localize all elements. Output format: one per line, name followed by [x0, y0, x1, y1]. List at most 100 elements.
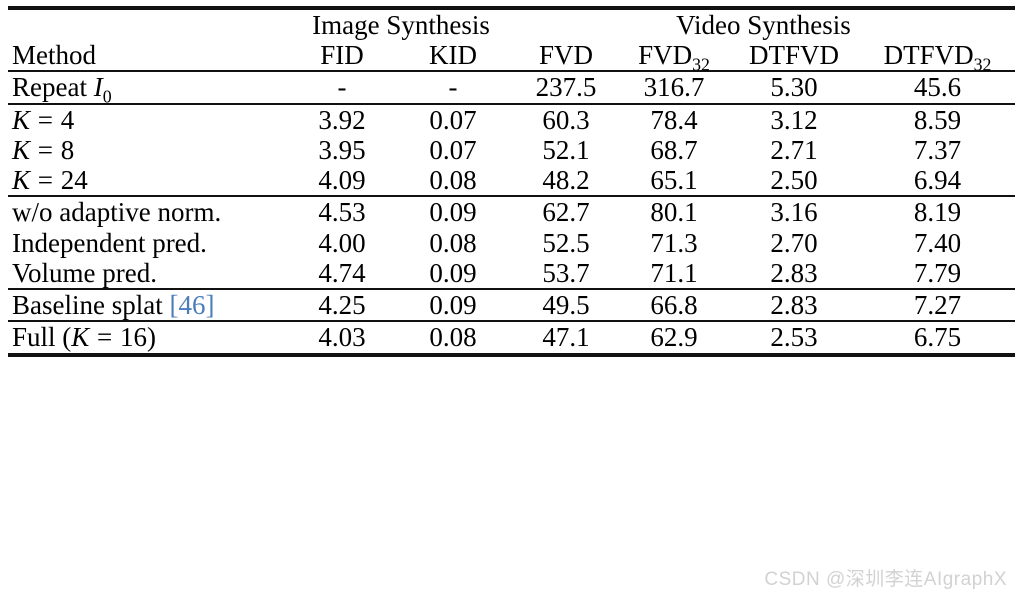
- cell-kid: -: [448, 72, 458, 103]
- column-header-fvd32: FVD32: [620, 40, 728, 73]
- cell-kid: 0.09: [429, 197, 477, 228]
- row-label-value: 8: [60, 134, 75, 165]
- column-header-dtfvd32-subscript: 32: [973, 54, 992, 75]
- group-header-spacer: [8, 8, 290, 40]
- table-row: Baseline splat [46] 4.25 0.09 49.5 66.8 …: [8, 289, 1015, 320]
- cell-fvd32: 66.8: [650, 290, 698, 321]
- cell-fid: 4.25: [318, 290, 366, 321]
- cell-dtfvd32: 7.37: [913, 134, 962, 165]
- cell-fid: 4.00: [318, 227, 366, 258]
- row-label-equals: =: [31, 165, 60, 196]
- row-label-k8: K = 8: [8, 135, 290, 165]
- column-header-fvd32-base: FVD: [638, 40, 693, 71]
- cell-dtfvd: 5.30: [770, 72, 818, 103]
- row-label-text: Full (: [12, 322, 72, 353]
- column-header-fvd: FVD: [538, 40, 593, 71]
- cell-dtfvd32: 7.79: [913, 257, 962, 288]
- cell-fvd32: 71.3: [650, 227, 698, 258]
- cell-kid: 0.09: [429, 257, 477, 288]
- row-label-k4: K = 4: [8, 104, 290, 135]
- row-label-value: 24: [60, 165, 88, 196]
- results-table-container: Image Synthesis Video Synthesis Method F…: [8, 4, 1015, 357]
- cell-kid: 0.07: [429, 134, 477, 165]
- cell-dtfvd32: 45.6: [913, 72, 962, 103]
- table-row: K = 4 3.92 0.07 60.3 78.4 3.12 8.59: [8, 104, 1015, 135]
- row-label-value: 4: [60, 104, 75, 135]
- column-header-row: Method FID KID FVD FVD32 DTFVD DTFVD32: [8, 40, 1015, 73]
- cell-fvd: 237.5: [535, 72, 597, 103]
- citation-link[interactable]: [46]: [169, 290, 214, 320]
- cell-fid: 4.03: [318, 322, 366, 353]
- column-header-fid: FID: [320, 40, 364, 71]
- cell-dtfvd32: 6.75: [913, 322, 962, 353]
- row-label-variable: K: [71, 322, 90, 353]
- cell-dtfvd: 2.50: [770, 165, 818, 196]
- cell-fvd: 52.5: [542, 227, 590, 258]
- cell-dtfvd: 2.83: [770, 257, 818, 288]
- cell-dtfvd: 3.16: [770, 197, 818, 228]
- cell-fvd32: 68.7: [650, 134, 698, 165]
- column-header-dtfvd: DTFVD: [748, 40, 839, 71]
- table-bottom-rule: [8, 350, 1015, 357]
- row-label-variable: K: [12, 134, 31, 165]
- cell-dtfvd: 3.12: [770, 104, 818, 135]
- row-label-variable: K: [12, 165, 31, 196]
- group-header-video-synthesis: Video Synthesis: [676, 10, 851, 40]
- cell-kid: 0.09: [429, 290, 477, 321]
- cell-fvd32: 80.1: [650, 197, 698, 228]
- row-label-text: Repeat: [12, 72, 94, 103]
- cell-kid: 0.07: [429, 104, 477, 135]
- row-label-volume-pred: Volume pred.: [12, 257, 157, 288]
- row-label-independent-pred: Independent pred.: [12, 227, 207, 258]
- cell-fvd32: 71.1: [650, 257, 698, 288]
- cell-dtfvd32: 6.94: [913, 165, 962, 196]
- cell-fvd: 60.3: [542, 104, 590, 135]
- row-label-equals: =: [31, 104, 60, 135]
- cell-fid: 4.53: [318, 197, 366, 228]
- table-row: K = 24 4.09 0.08 48.2 65.1 2.50 6.94: [8, 165, 1015, 195]
- column-header-dtfvd32-base: DTFVD: [883, 40, 974, 71]
- row-label-full: Full (K = 16): [8, 321, 290, 352]
- row-label-equals: =: [90, 322, 120, 353]
- row-label-equals: =: [31, 134, 60, 165]
- row-label-baseline-splat: Baseline splat [46]: [8, 289, 290, 320]
- row-label-text: Baseline splat: [12, 290, 170, 321]
- cell-fvd32: 316.7: [643, 72, 705, 103]
- group-header-row: Image Synthesis Video Synthesis: [8, 8, 1015, 40]
- row-label-suffix: ): [147, 322, 157, 353]
- cell-fvd: 48.2: [542, 165, 590, 196]
- table-row: Full (K = 16) 4.03 0.08 47.1 62.9 2.53 6…: [8, 321, 1015, 352]
- cell-dtfvd: 2.53: [770, 322, 818, 353]
- table-row: Independent pred. 4.00 0.08 52.5 71.3 2.…: [8, 228, 1015, 258]
- cell-fvd32: 65.1: [650, 165, 698, 196]
- cell-fid: -: [337, 72, 347, 103]
- column-header-method: Method: [12, 40, 96, 71]
- cell-fvd: 53.7: [542, 257, 590, 288]
- column-header-dtfvd32: DTFVD32: [860, 40, 1015, 73]
- row-label-variable: I: [93, 72, 103, 103]
- cell-fvd: 47.1: [542, 322, 590, 353]
- cell-fid: 3.92: [318, 104, 366, 135]
- cell-dtfvd32: 7.40: [913, 227, 962, 258]
- cell-dtfvd32: 7.27: [913, 290, 962, 321]
- cell-fid: 3.95: [318, 134, 366, 165]
- row-label-value: 16: [120, 322, 148, 353]
- row-label-wo-adaptive-norm: w/o adaptive norm.: [12, 197, 222, 228]
- cell-fvd: 62.7: [542, 197, 590, 228]
- table-row: w/o adaptive norm. 4.53 0.09 62.7 80.1 3…: [8, 196, 1015, 227]
- row-label-k24: K = 24: [8, 165, 290, 195]
- results-table: Image Synthesis Video Synthesis Method F…: [8, 4, 1015, 357]
- column-header-kid: KID: [429, 40, 477, 71]
- cell-dtfvd32: 8.19: [913, 197, 962, 228]
- cell-kid: 0.08: [429, 322, 477, 353]
- row-label-variable: K: [12, 104, 31, 135]
- cell-fid: 4.09: [318, 165, 366, 196]
- cell-dtfvd: 2.83: [770, 290, 818, 321]
- cell-fvd32: 78.4: [650, 104, 698, 135]
- cell-kid: 0.08: [429, 227, 477, 258]
- row-label-repeat-i0: Repeat I0: [8, 71, 290, 105]
- cell-fvd32: 62.9: [650, 322, 698, 353]
- cell-fvd: 49.5: [542, 290, 590, 321]
- table-row: K = 8 3.95 0.07 52.1 68.7 2.71 7.37: [8, 135, 1015, 165]
- cell-dtfvd: 2.70: [770, 227, 818, 258]
